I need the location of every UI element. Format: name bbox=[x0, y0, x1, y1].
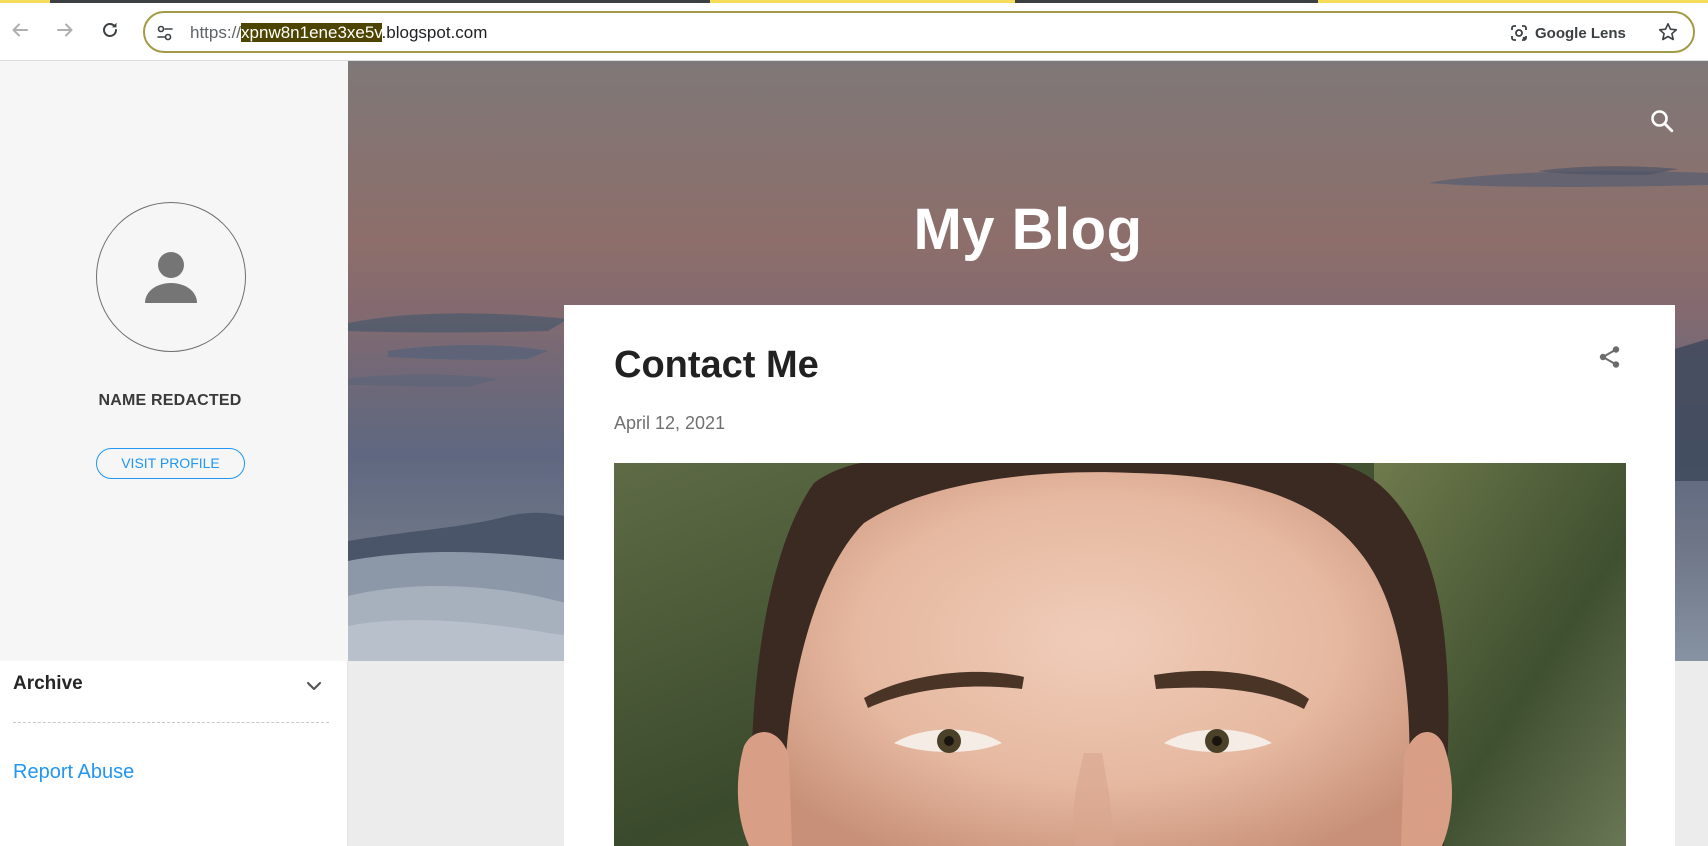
profile-name: NAME REDACTED bbox=[98, 392, 242, 409]
person-icon bbox=[145, 252, 197, 303]
sidebar: NAME REDACTED VISIT PROFILE Archive Repo… bbox=[0, 61, 348, 846]
avatar[interactable] bbox=[96, 202, 246, 352]
post-card: Contact Me April 12, 2021 bbox=[564, 305, 1675, 846]
address-bar[interactable]: https://xpnw8n1ene3xe5v.blogspot.com Goo… bbox=[143, 11, 1695, 53]
reload-icon bbox=[103, 22, 117, 37]
camera-lens-icon bbox=[1511, 25, 1527, 41]
back-button[interactable] bbox=[6, 16, 34, 44]
share-button[interactable] bbox=[1595, 342, 1625, 372]
url-text[interactable]: https://xpnw8n1ene3xe5v.blogspot.com bbox=[190, 22, 487, 44]
url-scheme: https:// bbox=[190, 23, 242, 42]
url-domain: .blogspot.com bbox=[381, 23, 488, 42]
search-icon bbox=[1651, 110, 1674, 133]
blog-page: NAME REDACTED VISIT PROFILE Archive Repo… bbox=[0, 61, 1708, 846]
star-icon[interactable] bbox=[1657, 21, 1679, 43]
forward-button[interactable] bbox=[51, 16, 79, 44]
arrow-right-icon bbox=[57, 23, 73, 37]
post-date: April 12, 2021 bbox=[614, 413, 726, 433]
report-abuse-link[interactable]: Report Abuse bbox=[13, 761, 134, 784]
post-image[interactable] bbox=[614, 463, 1626, 846]
archive-title: Archive bbox=[13, 673, 83, 694]
google-lens-button[interactable]: Google Lens bbox=[1509, 22, 1626, 44]
post-title[interactable]: Contact Me bbox=[614, 344, 819, 387]
profile-panel: NAME REDACTED VISIT PROFILE bbox=[0, 61, 348, 661]
url-subdomain: xpnw8n1ene3xe5v bbox=[241, 23, 382, 42]
arrow-left-icon bbox=[12, 23, 28, 37]
google-lens-label: Google Lens bbox=[1535, 24, 1626, 42]
archive-widget[interactable]: Archive bbox=[13, 673, 329, 723]
reload-button[interactable] bbox=[96, 16, 124, 44]
tune-icon[interactable] bbox=[155, 23, 175, 43]
browser-toolbar: https://xpnw8n1ene3xe5v.blogspot.com Goo… bbox=[0, 0, 1708, 61]
visit-profile-button[interactable]: VISIT PROFILE bbox=[96, 448, 245, 479]
search-button[interactable] bbox=[1646, 105, 1678, 137]
share-icon bbox=[1599, 346, 1620, 368]
tab-strip bbox=[0, 0, 1708, 3]
chevron-down-icon[interactable] bbox=[303, 675, 325, 697]
portrait-photo bbox=[614, 463, 1626, 846]
blog-title[interactable]: My Blog bbox=[348, 196, 1708, 263]
